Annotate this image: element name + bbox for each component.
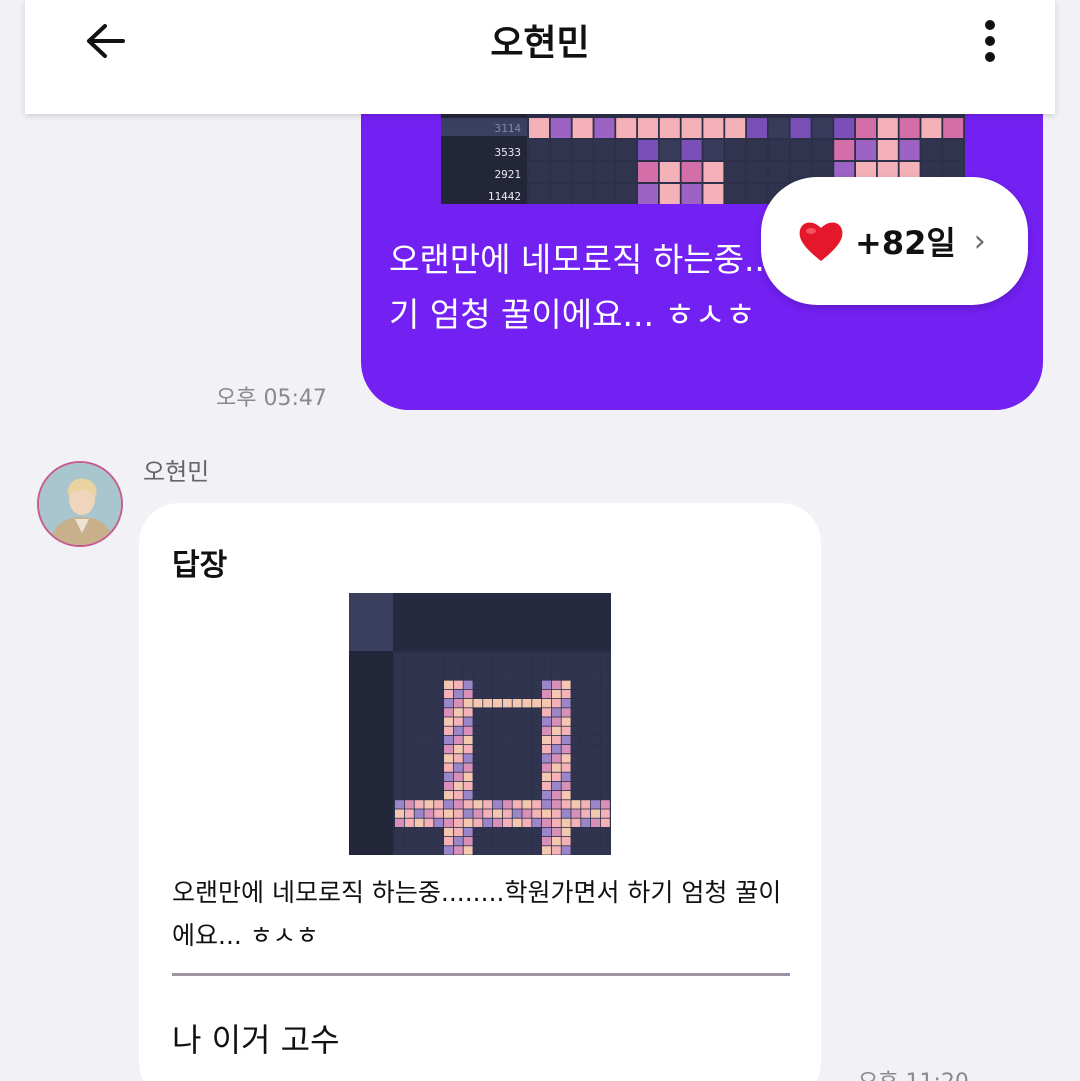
sent-message-time: 오후 05:47 [216, 386, 327, 411]
reply-message-text: 나 이거 고수 [172, 1021, 340, 1059]
quoted-nonogram-image[interactable] [349, 593, 611, 855]
chat-header: 오현민 [25, 0, 1055, 114]
sender-name: 오현민 [143, 458, 210, 486]
dday-chip[interactable]: +82일 › [761, 177, 1028, 305]
row-label: 3114 [495, 122, 522, 135]
chevron-right-icon: › [973, 223, 986, 259]
reply-label: 답장 [172, 548, 228, 583]
received-message-bubble[interactable]: 답장 오랜만에 네모로직 하는중........학원가면서 하기 엄청 꿀이에요… [139, 503, 821, 1081]
row-label: 3533 [495, 146, 522, 159]
row-label: 2921 [495, 168, 522, 181]
more-menu-button[interactable] [970, 18, 1010, 64]
received-message-time: 오후 11:20 [858, 1064, 969, 1081]
row-label: 11442 [488, 190, 521, 203]
heart-icon [799, 222, 843, 261]
dday-label: +82일 [855, 224, 956, 262]
more-vertical-icon [985, 20, 995, 62]
chat-title: 오현민 [490, 23, 590, 64]
quote-divider [172, 973, 790, 976]
avatar[interactable] [37, 461, 123, 547]
quoted-message-text: 오랜만에 네모로직 하는중........학원가면서 하기 엄청 꿀이에요...… [172, 878, 782, 950]
